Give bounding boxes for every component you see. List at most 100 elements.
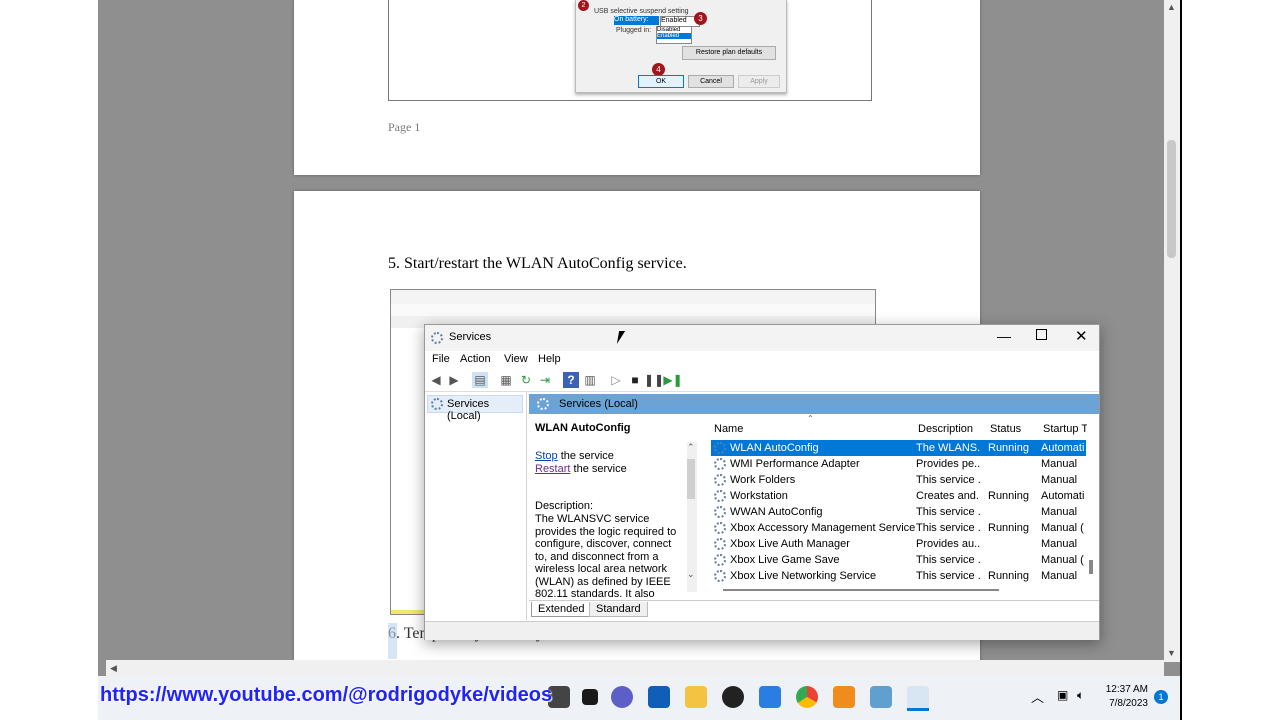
table-row[interactable]: WWAN AutoConfig This service ... Manual bbox=[711, 504, 1086, 520]
services-titlebar[interactable]: Services — ✕ bbox=[425, 325, 1099, 351]
refresh-icon[interactable]: ↻ bbox=[518, 372, 534, 388]
start-service-icon[interactable]: ▷ bbox=[608, 372, 624, 388]
service-description: This service ... bbox=[916, 506, 980, 518]
forward-arrow-icon[interactable]: ▶ bbox=[446, 372, 462, 388]
file-explorer-icon[interactable] bbox=[685, 686, 707, 708]
service-status: Running bbox=[988, 570, 1029, 582]
show-hidden-icons-icon[interactable]: ︿ bbox=[1031, 687, 1044, 706]
task-view-icon[interactable] bbox=[582, 689, 598, 705]
list-rows: WLAN AutoConfig The WLANS... Running Automa… bbox=[711, 440, 1099, 586]
text-selection-highlight bbox=[388, 623, 397, 659]
sketch-app-icon[interactable] bbox=[759, 686, 781, 708]
console-tree-icon[interactable]: ▤ bbox=[472, 372, 488, 388]
service-startup-type: Automati bbox=[1041, 442, 1085, 454]
col-name-header[interactable]: Name bbox=[714, 423, 743, 435]
menu-help[interactable]: Help bbox=[538, 353, 561, 365]
table-row[interactable]: Xbox Live Networking Service This service… bbox=[711, 568, 1086, 584]
menu-file[interactable]: File bbox=[432, 353, 450, 365]
service-gear-icon bbox=[714, 554, 726, 566]
table-row[interactable]: WLAN AutoConfig The WLANS... Running Automa… bbox=[711, 440, 1086, 456]
stop-link[interactable]: Stop bbox=[535, 450, 558, 462]
help-icon[interactable]: ? bbox=[563, 372, 579, 388]
table-row[interactable]: Xbox Accessory Management Service This se… bbox=[711, 520, 1086, 536]
service-description: The WLANS... bbox=[916, 442, 980, 454]
network-icon[interactable]: ▣ bbox=[1057, 688, 1068, 702]
service-gear-icon bbox=[714, 490, 726, 502]
restart-service-icon[interactable]: ▶❚ bbox=[663, 372, 682, 388]
volume-icon[interactable]: 🔈︎ bbox=[1077, 688, 1084, 703]
store-icon[interactable] bbox=[648, 686, 670, 708]
col-startup-header[interactable]: Startup Ty bbox=[1043, 423, 1087, 435]
extended-description-pane: WLAN AutoConfig Stop the service Restart… bbox=[529, 414, 699, 602]
tab-standard[interactable]: Standard bbox=[589, 602, 648, 617]
scroll-down-icon[interactable]: ▼ bbox=[1167, 648, 1176, 658]
stop-service-icon[interactable]: ■ bbox=[627, 372, 643, 388]
restart-line: Restart the service bbox=[535, 463, 627, 475]
stop-suffix: the service bbox=[557, 450, 614, 462]
teams-icon[interactable] bbox=[611, 686, 633, 708]
control-panel-icon[interactable] bbox=[870, 686, 892, 708]
desc-scroll-up-icon[interactable]: ⌃ bbox=[687, 442, 697, 453]
plugged-in-label: Plugged in: bbox=[616, 27, 652, 34]
show-pane-icon[interactable]: ▥ bbox=[582, 372, 598, 388]
col-status-header[interactable]: Status bbox=[990, 423, 1021, 435]
services-taskbar-icon[interactable] bbox=[907, 686, 929, 711]
service-gear-icon bbox=[714, 506, 726, 518]
media-player-icon[interactable] bbox=[722, 686, 744, 708]
chrome-icon[interactable] bbox=[796, 686, 818, 708]
option-enabled: Enabled bbox=[657, 33, 691, 39]
service-gear-icon bbox=[714, 442, 726, 454]
vertical-scrollbar[interactable]: ▲ ▼ bbox=[1164, 0, 1180, 662]
service-description: Provides au... bbox=[916, 538, 980, 550]
tab-extended[interactable]: Extended bbox=[531, 602, 592, 617]
menu-view[interactable]: View bbox=[504, 353, 528, 365]
back-arrow-icon[interactable]: ◀ bbox=[428, 372, 444, 388]
step-5-heading: 5. Start/restart the WLAN AutoConfig ser… bbox=[388, 255, 687, 272]
services-gear-icon bbox=[431, 398, 443, 410]
export-list-icon[interactable]: ⇥ bbox=[537, 372, 553, 388]
minimize-icon[interactable]: — bbox=[997, 328, 1011, 344]
service-startup-type: Manual bbox=[1041, 506, 1078, 518]
service-name: Xbox Live Game Save bbox=[730, 554, 840, 566]
description-label: Description: bbox=[535, 500, 594, 512]
description-scrollbar[interactable]: ⌃ ⌄ bbox=[687, 442, 697, 592]
table-row[interactable]: Work Folders This service ... Manual bbox=[711, 472, 1086, 488]
col-description-header[interactable]: Description bbox=[918, 423, 973, 435]
clock-date[interactable]: 7/8/2023 bbox=[1103, 698, 1148, 709]
restart-suffix: the service bbox=[570, 463, 627, 475]
taskbar-app-icon-orange[interactable] bbox=[833, 686, 855, 708]
table-row[interactable]: WMI Performance Adapter Provides pe... Man… bbox=[711, 456, 1086, 472]
menu-action[interactable]: Action bbox=[460, 353, 491, 365]
maximize-icon[interactable] bbox=[1036, 329, 1047, 340]
list-horizontal-scroll-thumb[interactable] bbox=[723, 589, 999, 591]
list-vertical-scroll-thumb[interactable] bbox=[1089, 560, 1093, 574]
vertical-scroll-thumb[interactable] bbox=[1167, 140, 1176, 258]
badge-3: 3 bbox=[694, 12, 707, 25]
scroll-left-icon[interactable]: ◀ bbox=[110, 663, 117, 674]
desc-scroll-thumb[interactable] bbox=[687, 459, 695, 499]
scroll-up-icon[interactable]: ▲ bbox=[1167, 2, 1176, 12]
service-startup-type: Manual bbox=[1041, 458, 1078, 470]
table-row[interactable]: Workstation Creates and... Running Automati bbox=[711, 488, 1086, 504]
apply-button: Apply bbox=[738, 75, 780, 88]
pause-service-icon[interactable]: ❚❚ bbox=[644, 372, 664, 388]
restart-link[interactable]: Restart bbox=[535, 463, 570, 475]
stop-line: Stop the service bbox=[535, 450, 614, 462]
service-description: Creates and... bbox=[916, 490, 980, 502]
close-icon[interactable]: ✕ bbox=[1075, 327, 1088, 345]
table-row[interactable]: Xbox Live Auth Manager Provides au... Manu… bbox=[711, 536, 1086, 552]
properties-icon[interactable]: ▦ bbox=[498, 372, 514, 388]
clock-time[interactable]: 12:37 AM bbox=[1103, 684, 1148, 695]
tree-item-services-local[interactable]: Services (Local) bbox=[427, 395, 523, 422]
table-row[interactable]: Xbox Live Game Save This service ... Manua… bbox=[711, 552, 1086, 568]
pane-header-gear-icon bbox=[537, 398, 549, 410]
dropdown-options: Disabled Enabled bbox=[656, 26, 692, 44]
restore-defaults-button: Restore plan defaults bbox=[682, 46, 776, 60]
desc-scroll-down-icon[interactable]: ⌄ bbox=[687, 569, 697, 580]
service-name: Work Folders bbox=[730, 474, 796, 486]
cancel-button: Cancel bbox=[688, 75, 734, 88]
service-description: Provides pe... bbox=[916, 458, 980, 470]
notification-badge[interactable]: 1 bbox=[1154, 690, 1168, 704]
service-gear-icon bbox=[714, 570, 726, 582]
horizontal-scrollbar[interactable]: ◀ bbox=[106, 660, 1164, 676]
